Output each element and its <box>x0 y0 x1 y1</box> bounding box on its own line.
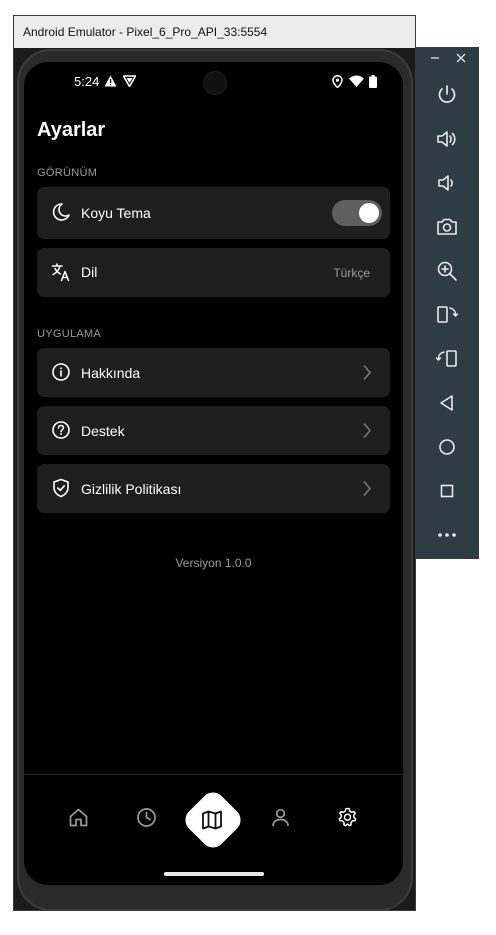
about-label: Hakkında <box>81 365 141 381</box>
zoom-icon[interactable] <box>435 259 459 283</box>
warning-icon <box>104 75 117 87</box>
dark-theme-label: Koyu Tema <box>81 205 151 221</box>
section-application: UYGULAMA <box>37 328 102 340</box>
camera-icon[interactable] <box>435 215 459 239</box>
section-appearance: GÖRÜNÜM <box>37 167 98 179</box>
profile-icon[interactable] <box>270 807 291 828</box>
chevron-right-icon <box>363 480 372 497</box>
status-bar: 5:24 <box>24 62 403 100</box>
rotate-left-icon[interactable] <box>435 303 459 327</box>
dark-theme-row[interactable]: Koyu Tema <box>37 187 390 239</box>
dark-theme-toggle[interactable] <box>332 200 382 226</box>
page-title: Ayarlar <box>37 119 106 141</box>
support-label: Destek <box>81 423 125 439</box>
rotate-right-icon[interactable] <box>435 347 459 371</box>
privacy-label: Gizlilik Politikası <box>81 481 182 497</box>
help-icon <box>52 421 70 439</box>
more-icon[interactable] <box>435 523 459 547</box>
moon-icon <box>52 203 70 221</box>
volume-down-icon[interactable] <box>435 171 459 195</box>
home-icon[interactable] <box>435 435 459 459</box>
status-time: 5:24 <box>74 74 100 89</box>
overview-icon[interactable] <box>435 479 459 503</box>
emulator-side-panel <box>416 47 479 559</box>
home-icon[interactable] <box>68 807 89 828</box>
back-icon[interactable] <box>435 391 459 415</box>
chevron-right-icon <box>363 364 372 381</box>
shield-check-icon <box>53 478 69 498</box>
language-value: Türkçe <box>333 266 370 280</box>
volume-up-icon[interactable] <box>435 127 459 151</box>
wifi-icon <box>349 75 364 87</box>
language-label: Dil <box>81 264 98 280</box>
privacy-row[interactable]: Gizlilik Politikası <box>37 464 390 513</box>
toggle-knob <box>359 203 379 223</box>
map-icon[interactable] <box>200 808 224 832</box>
vpn-shield-icon <box>123 75 136 87</box>
support-row[interactable]: Destek <box>37 406 390 455</box>
phone-screen: 5:24 Ayarlar GÖRÜNÜM Koyu Tema Dil Türkç… <box>24 62 403 885</box>
close-icon[interactable] <box>456 53 466 63</box>
front-camera <box>203 71 227 95</box>
window-title: Android Emulator - Pixel_6_Pro_API_33:55… <box>14 16 415 48</box>
gesture-bar[interactable] <box>164 872 264 876</box>
language-row[interactable]: Dil Türkçe <box>37 248 390 297</box>
power-icon[interactable] <box>435 83 459 107</box>
chevron-right-icon <box>363 422 372 439</box>
about-row[interactable]: Hakkında <box>37 348 390 397</box>
app-version: Versiyon 1.0.0 <box>175 556 252 570</box>
battery-icon <box>369 75 377 88</box>
location-icon <box>332 75 343 88</box>
minimize-icon[interactable] <box>430 53 440 63</box>
settings-icon[interactable] <box>337 807 358 828</box>
translate-icon <box>51 263 70 282</box>
info-icon <box>52 363 70 381</box>
bottom-navigation <box>24 774 403 885</box>
history-icon[interactable] <box>136 807 157 828</box>
